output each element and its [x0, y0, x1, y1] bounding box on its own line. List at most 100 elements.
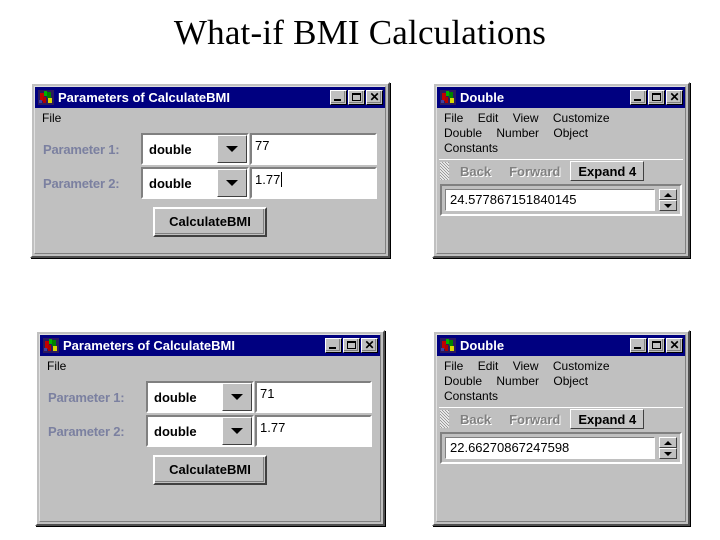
spinner-down-icon[interactable] [659, 448, 677, 459]
window-parameters-calculatebmi-top[interactable]: Parameters of CalculateBMI ✕ File Parame… [30, 82, 390, 258]
maximize-button[interactable] [343, 338, 360, 353]
app-icon [440, 90, 456, 105]
window-body: Parameters of CalculateBMI ✕ File Parame… [34, 86, 386, 254]
maximize-button[interactable] [648, 90, 665, 105]
parameter-2-type-combobox[interactable]: double [146, 415, 254, 447]
minimize-button[interactable] [630, 90, 647, 105]
menu-item-file[interactable]: File [444, 111, 463, 126]
menu-item-file[interactable]: File [444, 359, 463, 374]
menu-bar: File [35, 108, 385, 128]
menu-item-edit[interactable]: Edit [478, 111, 499, 126]
double-value-input[interactable]: 24.577867151840145 [445, 189, 655, 211]
minimize-button[interactable] [325, 338, 342, 353]
parameter-1-label: Parameter 1: [48, 389, 125, 405]
title-bar[interactable]: Double ✕ [437, 87, 685, 108]
spinner-up-icon[interactable] [659, 189, 677, 200]
parameter-2-value-text: 1.77 [255, 172, 281, 187]
close-icon: ✕ [669, 90, 680, 104]
text-caret [281, 172, 283, 187]
menu-item-customize[interactable]: Customize [553, 111, 610, 126]
menu-item-file[interactable]: File [47, 359, 66, 374]
minimize-button[interactable] [630, 338, 647, 353]
parameter-1-type-combobox[interactable]: double [141, 133, 249, 165]
menu-item-number[interactable]: Number [496, 126, 539, 141]
maximize-button[interactable] [648, 338, 665, 353]
spinner-buttons [659, 189, 677, 211]
menu-row: Constants [444, 141, 685, 156]
action-row: CalculateBMI [48, 448, 372, 485]
chevron-down-icon[interactable] [222, 383, 252, 411]
spinner-buttons [659, 437, 677, 459]
spinner-down-icon[interactable] [659, 200, 677, 211]
window-body: Parameters of CalculateBMI ✕ File Parame… [39, 334, 381, 522]
maximize-button[interactable] [348, 90, 365, 105]
chevron-down-icon[interactable] [222, 417, 252, 445]
expand-button[interactable]: Expand 4 [570, 161, 645, 181]
calculate-bmi-button[interactable]: CalculateBMI [153, 455, 267, 485]
parameter-2-type-value: double [148, 417, 222, 445]
window-double-top[interactable]: Double ✕ File Edit View Customize Double… [432, 82, 690, 258]
toolbar: Back Forward Expand 4 [439, 407, 683, 430]
menu-item-view[interactable]: View [513, 111, 539, 126]
parameters-area: Parameter 1: double 77 Parameter 2: doub… [35, 128, 385, 237]
parameter-2-value-input[interactable]: 1.77 [255, 415, 372, 447]
menu-row: File [42, 111, 385, 126]
window-controls: ✕ [325, 338, 378, 353]
title-bar[interactable]: Parameters of CalculateBMI ✕ [40, 335, 380, 356]
close-button[interactable]: ✕ [361, 338, 378, 353]
drag-gripper-icon[interactable] [440, 410, 449, 428]
parameter-row-2: Parameter 2: double 1.77 [43, 166, 377, 200]
window-body: Double ✕ File Edit View Customize Double… [436, 334, 686, 522]
parameter-1-value-text: 77 [255, 138, 270, 153]
window-parameters-calculatebmi-bottom[interactable]: Parameters of CalculateBMI ✕ File Parame… [35, 330, 385, 526]
menu-item-view[interactable]: View [513, 359, 539, 374]
menu-item-double[interactable]: Double [444, 126, 482, 141]
chevron-down-icon[interactable] [217, 135, 247, 163]
title-bar[interactable]: Parameters of CalculateBMI ✕ [35, 87, 385, 108]
double-value-input[interactable]: 22.66270867247598 [445, 437, 655, 459]
parameter-1-value-text: 71 [260, 386, 275, 401]
menu-item-object[interactable]: Object [553, 126, 588, 141]
menu-row: Double Number Object [444, 374, 685, 389]
back-button: Back [452, 409, 500, 429]
minimize-button[interactable] [330, 90, 347, 105]
calculate-bmi-button[interactable]: CalculateBMI [153, 207, 267, 237]
menu-item-edit[interactable]: Edit [478, 359, 499, 374]
parameter-2-label: Parameter 2: [43, 175, 120, 191]
close-icon: ✕ [364, 338, 375, 352]
close-button[interactable]: ✕ [666, 90, 683, 105]
toolbar: Back Forward Expand 4 [439, 159, 683, 182]
title-bar[interactable]: Double ✕ [437, 335, 685, 356]
parameter-2-type-combobox[interactable]: double [141, 167, 249, 199]
close-button[interactable]: ✕ [366, 90, 383, 105]
parameters-area: Parameter 1: double 71 Parameter 2: doub… [40, 376, 380, 485]
menu-item-file[interactable]: File [42, 111, 61, 126]
parameter-2-label: Parameter 2: [48, 423, 125, 439]
window-double-bottom[interactable]: Double ✕ File Edit View Customize Double… [432, 330, 690, 526]
menu-item-constants[interactable]: Constants [444, 389, 498, 404]
menu-item-double[interactable]: Double [444, 374, 482, 389]
menu-row: Double Number Object [444, 126, 685, 141]
window-title: Parameters of CalculateBMI [58, 90, 230, 105]
back-button: Back [452, 161, 500, 181]
window-title: Parameters of CalculateBMI [63, 338, 235, 353]
parameter-1-value-input[interactable]: 77 [250, 133, 377, 165]
spinner-up-icon[interactable] [659, 437, 677, 448]
menu-item-constants[interactable]: Constants [444, 141, 498, 156]
parameter-2-value-input[interactable]: 1.77 [250, 167, 377, 199]
parameter-row-2: Parameter 2: double 1.77 [48, 414, 372, 448]
close-button[interactable]: ✕ [666, 338, 683, 353]
parameter-1-label: Parameter 1: [43, 141, 120, 157]
chevron-down-icon[interactable] [217, 169, 247, 197]
drag-gripper-icon[interactable] [440, 162, 449, 180]
expand-button[interactable]: Expand 4 [570, 409, 645, 429]
window-title: Double [460, 338, 505, 353]
window-controls: ✕ [630, 90, 683, 105]
menu-item-object[interactable]: Object [553, 374, 588, 389]
parameter-1-type-combobox[interactable]: double [146, 381, 254, 413]
menu-item-number[interactable]: Number [496, 374, 539, 389]
forward-button: Forward [501, 409, 569, 429]
menu-item-customize[interactable]: Customize [553, 359, 610, 374]
value-spinner-area: 22.66270867247598 [440, 432, 682, 464]
parameter-1-value-input[interactable]: 71 [255, 381, 372, 413]
